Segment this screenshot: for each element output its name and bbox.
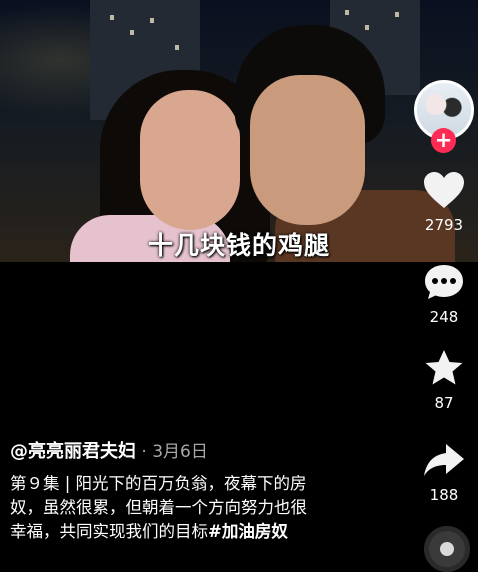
description-line-last: 幸福，共同实现我们的目标#加油房奴 (10, 520, 365, 544)
favorite-button[interactable]: 87 (412, 348, 476, 412)
music-disc-icon[interactable] (424, 526, 470, 572)
like-button[interactable]: 2793 (412, 170, 476, 234)
hashtag-link[interactable]: #加油房奴 (208, 522, 288, 541)
woman-face (140, 90, 240, 230)
comment-button[interactable]: 248 (412, 262, 476, 326)
like-count: 2793 (424, 216, 464, 234)
post-description: 第９集 | 阳光下的百万负翁，夜幕下的房 奴，虽然很累，但朝着一个方向努力也很 … (10, 472, 365, 544)
date-separator: · (136, 442, 153, 462)
post-date: 3月6日 (152, 442, 208, 462)
author-avatar-button[interactable]: + (414, 80, 474, 153)
comment-count: 248 (429, 308, 459, 326)
man-face (250, 75, 365, 225)
author-name[interactable]: @亮亮丽君夫妇 (10, 441, 136, 462)
share-button[interactable]: 188 (412, 440, 476, 504)
heart-icon (424, 172, 464, 208)
share-count: 188 (429, 486, 459, 504)
description-line: 幸福，共同实现我们的目标 (10, 522, 208, 541)
description-line: 第９集 | 阳光下的百万负翁，夜幕下的房 (10, 474, 307, 493)
favorite-count: 87 (434, 394, 454, 412)
star-icon (425, 350, 463, 385)
share-arrow-icon (424, 444, 464, 476)
description-line: 奴，虽然很累，但朝着一个方向努力也很 (10, 498, 307, 517)
post-author-line: @亮亮丽君夫妇 · 3月6日 (10, 437, 208, 463)
video-caption: 十几块钱的鸡腿 (147, 231, 330, 260)
follow-button[interactable]: + (431, 128, 456, 153)
comment-icon (425, 265, 463, 299)
video-player[interactable]: 十几块钱的鸡腿 (0, 0, 478, 262)
